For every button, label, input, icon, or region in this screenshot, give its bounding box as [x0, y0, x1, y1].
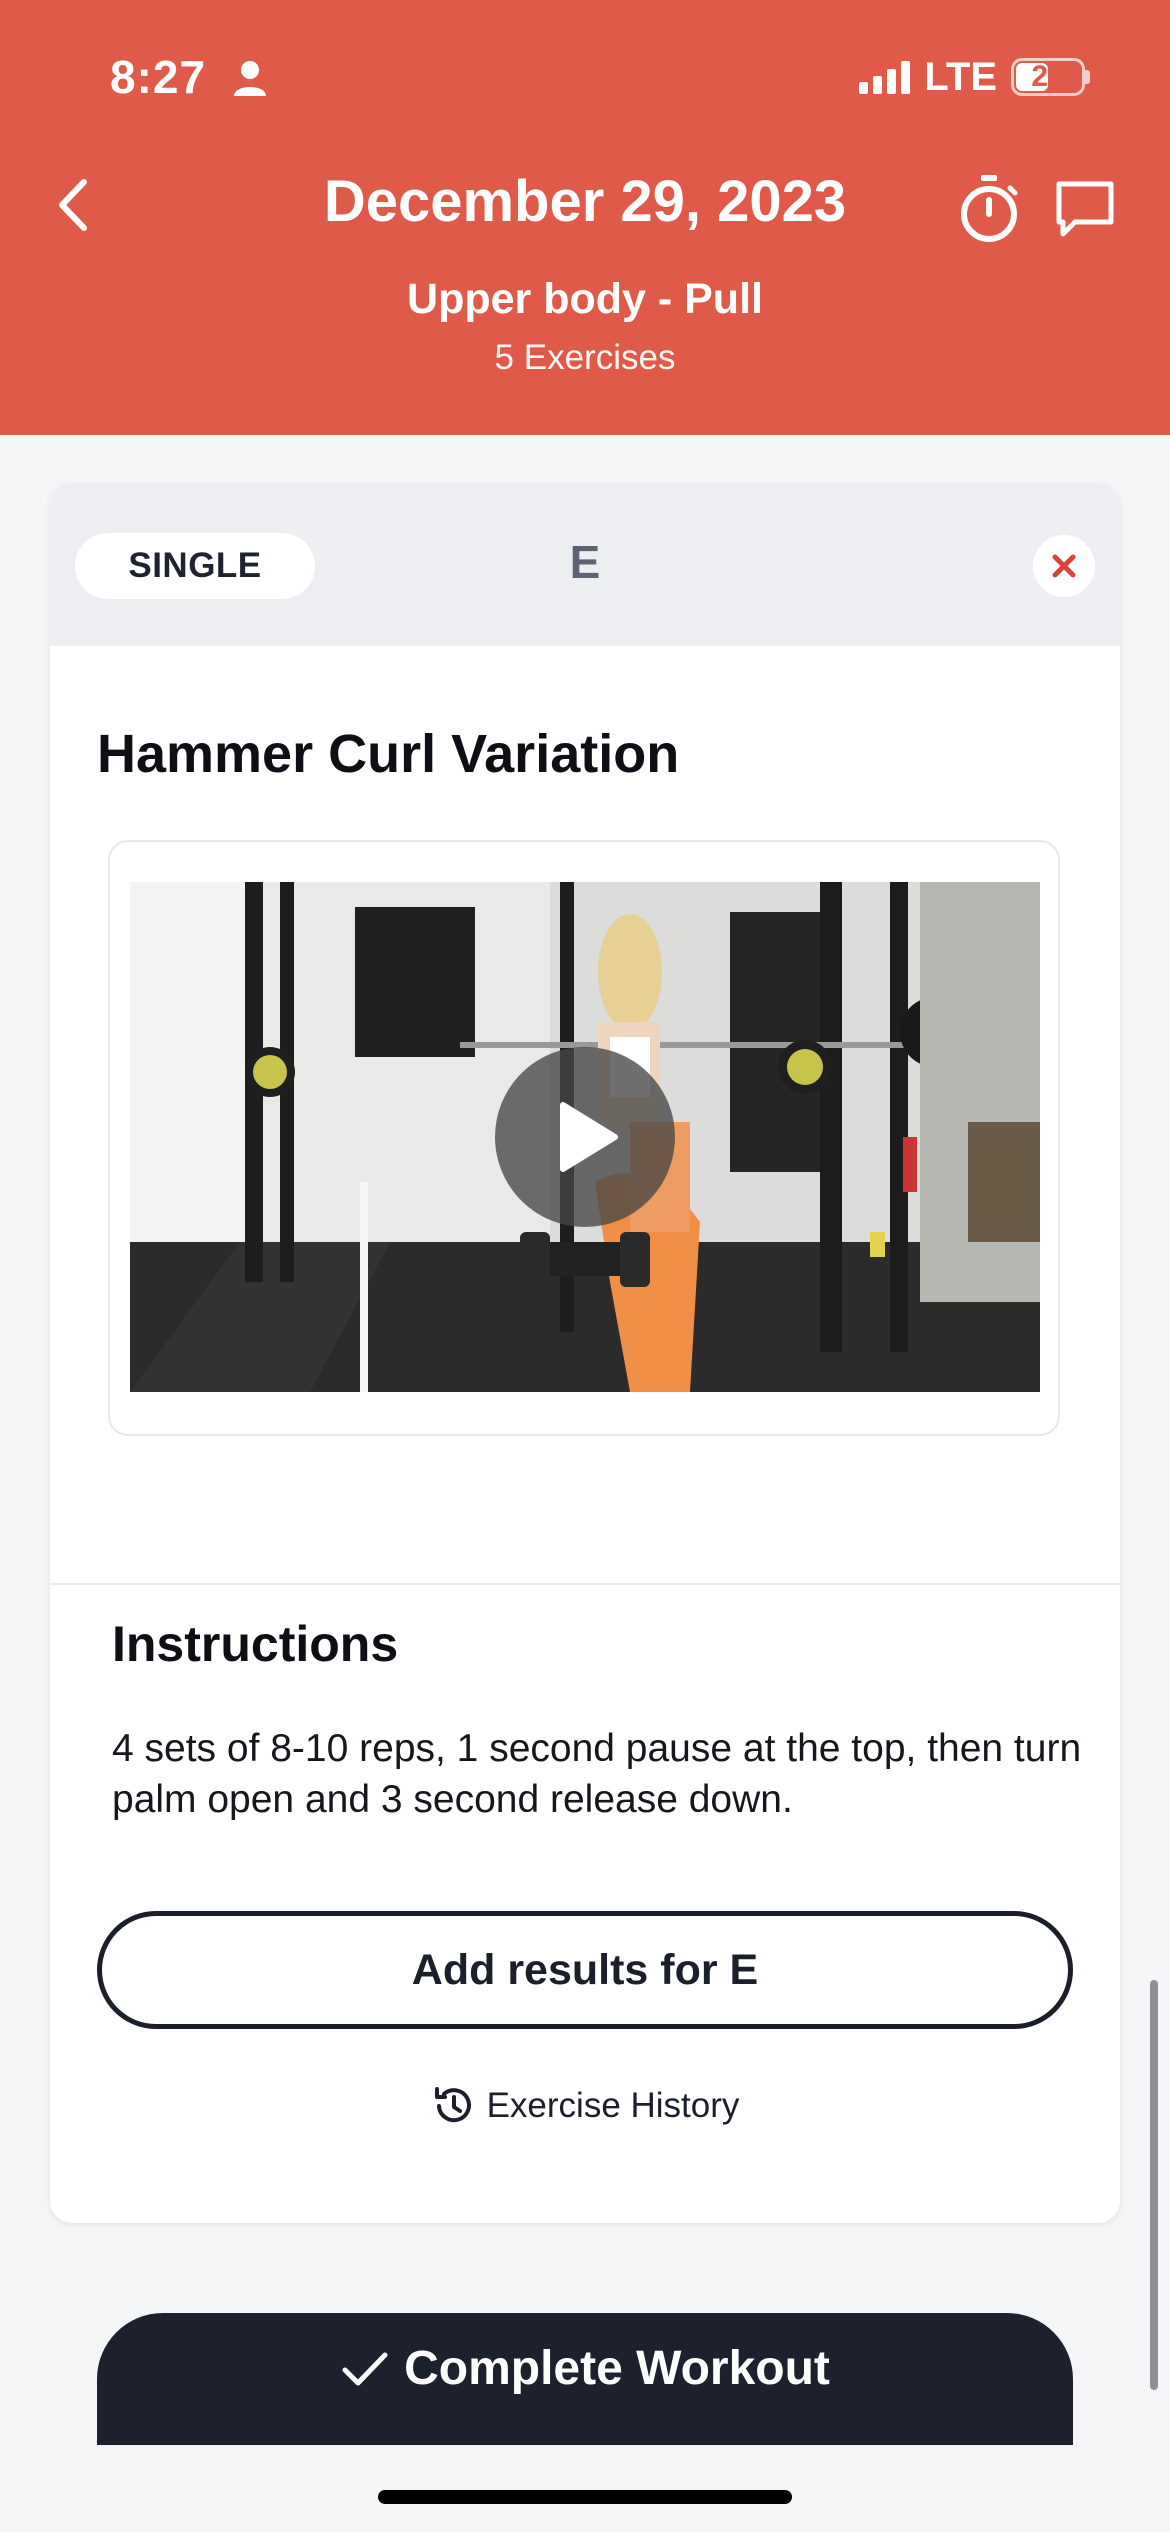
- exercise-count: 5 Exercises: [494, 338, 676, 377]
- instructions-heading: Instructions: [112, 1616, 399, 1672]
- network-label: LTE: [924, 54, 997, 99]
- stopwatch-icon[interactable]: [955, 172, 1023, 244]
- add-results-button[interactable]: Add results for E: [97, 1911, 1073, 2029]
- signal-icon: [859, 60, 911, 94]
- workout-name: Upper body - Pull: [407, 275, 763, 323]
- complete-workout-label: Complete Workout: [404, 2342, 830, 2395]
- exercise-video[interactable]: [130, 882, 1040, 1392]
- chat-icon[interactable]: [1053, 178, 1117, 240]
- play-button[interactable]: [495, 1047, 675, 1227]
- battery-level: 27: [1031, 60, 1065, 93]
- home-indicator[interactable]: [378, 2490, 792, 2504]
- video-container: [108, 840, 1060, 1436]
- checkmark-icon: [342, 2352, 388, 2385]
- close-icon: [1052, 554, 1076, 578]
- exercise-letter: E: [569, 536, 601, 588]
- exercise-name: Hammer Curl Variation: [97, 724, 680, 784]
- status-time: 8:27: [110, 51, 207, 103]
- scrollbar[interactable]: [1150, 1980, 1158, 2390]
- exercise-card: SINGLE E Hammer Curl Variation Instructi…: [50, 483, 1120, 2223]
- exercise-history-link[interactable]: Exercise History: [50, 2083, 1120, 2129]
- complete-workout-button[interactable]: Complete Workout: [97, 2313, 1073, 2445]
- battery-icon: 27: [1011, 58, 1090, 96]
- section-divider: [50, 1583, 1120, 1585]
- card-header: SINGLE E: [50, 483, 1120, 646]
- play-icon: [560, 1102, 618, 1172]
- header: 8:27 LTE 27 December 29, 2023 Upper body…: [0, 0, 1170, 435]
- person-icon: [234, 61, 266, 96]
- close-button[interactable]: [1033, 535, 1095, 597]
- history-icon: [434, 2087, 471, 2123]
- exercise-history-label: Exercise History: [486, 2086, 740, 2125]
- instructions-text: 4 sets of 8-10 reps, 1 second pause at t…: [112, 1727, 1082, 1821]
- status-indicators: LTE 27: [859, 52, 1090, 102]
